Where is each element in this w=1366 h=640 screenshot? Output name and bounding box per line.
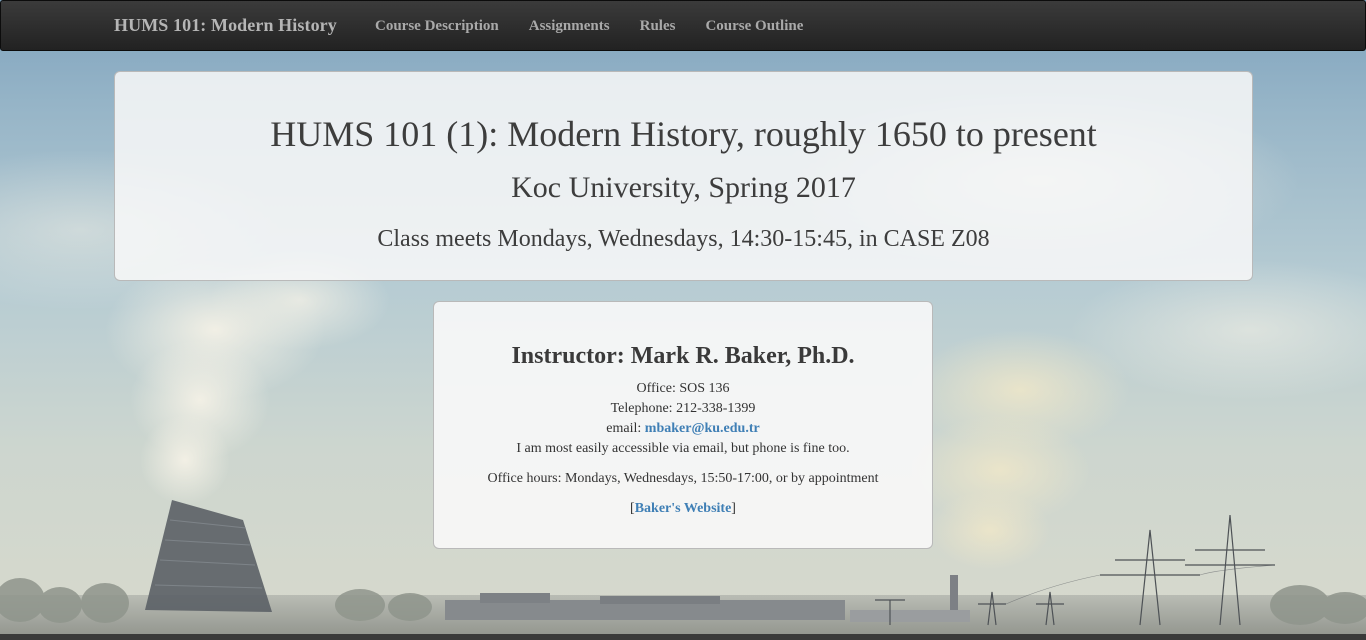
website-line: [Baker's Website]	[434, 499, 932, 519]
office-hours: Office hours: Mondays, Wednesdays, 15:50…	[487, 471, 879, 486]
class-schedule: Class meets Mondays, Wednesdays, 14:30-1…	[377, 226, 990, 252]
email-label: email:	[606, 421, 642, 436]
navbar-links: Course Description Assignments Rules Cou…	[375, 18, 833, 35]
course-subtitle: Koc University, Spring 2017	[511, 171, 856, 204]
instructor-card: Instructor: Mark R. Baker, Ph.D. Office:…	[433, 301, 933, 549]
course-title: HUMS 101 (1): Modern History, roughly 16…	[270, 114, 1097, 154]
telephone-line: Telephone: 212-338-1399	[610, 401, 756, 416]
nav-link-course-outline[interactable]: Course Outline	[705, 18, 803, 35]
nav-link-course-description[interactable]: Course Description	[375, 18, 499, 35]
top-navbar: HUMS 101: Modern History Course Descript…	[0, 0, 1366, 51]
bottom-edge-strip	[0, 634, 1366, 640]
instructor-contact-lines: Office: SOS 136 Telephone: 212-338-1399 …	[434, 379, 932, 459]
office-line: Office: SOS 136	[636, 381, 730, 396]
nav-link-rules[interactable]: Rules	[640, 18, 676, 35]
navbar-brand-link[interactable]: HUMS 101: Modern History	[114, 15, 337, 36]
website-close-bracket: ]	[731, 501, 736, 516]
website-link[interactable]: Baker's Website	[635, 501, 732, 516]
email-line: email: mbaker@ku.edu.tr	[434, 419, 932, 439]
nav-link-assignments[interactable]: Assignments	[529, 18, 610, 35]
instructor-heading: Instructor: Mark R. Baker, Ph.D.	[511, 343, 855, 369]
email-link[interactable]: mbaker@ku.edu.tr	[645, 421, 760, 436]
contact-note: I am most easily accessible via email, b…	[516, 441, 850, 456]
course-header-panel: HUMS 101 (1): Modern History, roughly 16…	[114, 71, 1253, 281]
